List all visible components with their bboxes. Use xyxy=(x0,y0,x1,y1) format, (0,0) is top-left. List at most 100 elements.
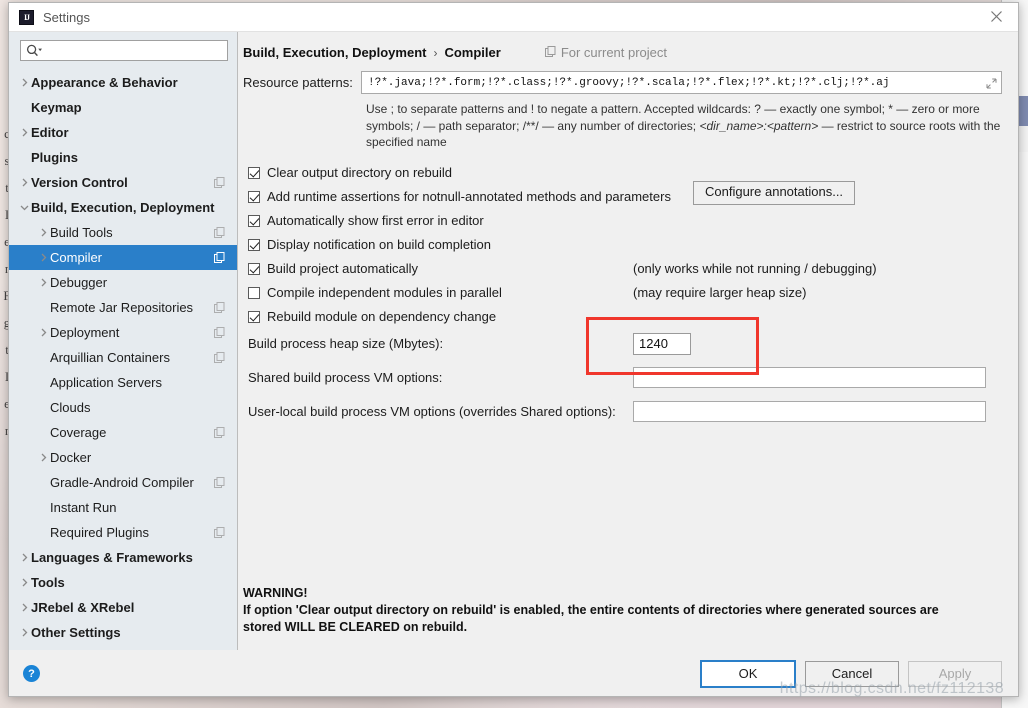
checkbox-row[interactable]: Add runtime assertions for notnull-annot… xyxy=(248,180,1002,209)
sidebar-item-tools[interactable]: Tools xyxy=(9,570,237,595)
copy-settings-icon xyxy=(214,351,225,366)
dialog-title: Settings xyxy=(43,9,90,25)
ok-button[interactable]: OK xyxy=(700,659,796,688)
configure-annotations-button[interactable]: Configure annotations... xyxy=(693,180,856,205)
chevron-right-icon[interactable] xyxy=(37,278,50,287)
sidebar-item-build-tools[interactable]: Build Tools xyxy=(9,220,237,245)
checkbox-row[interactable]: Automatically show first error in editor xyxy=(248,209,1002,233)
breadcrumb-current: Compiler xyxy=(444,45,501,60)
checkbox-area: Clear output directory on rebuild Add run… xyxy=(243,161,1002,329)
close-icon[interactable] xyxy=(974,3,1018,30)
shared-vm-input[interactable] xyxy=(634,368,985,387)
cancel-button[interactable]: Cancel xyxy=(805,660,899,687)
chevron-right-icon[interactable] xyxy=(18,178,31,187)
checkbox-input[interactable] xyxy=(248,166,260,179)
checkbox-row[interactable]: Rebuild module on dependency change xyxy=(248,305,1002,329)
copy-settings-icon xyxy=(214,476,225,491)
sidebar-item-jrebel-xrebel[interactable]: JRebel & XRebel xyxy=(9,595,237,620)
checkbox-input[interactable] xyxy=(248,286,260,299)
sidebar-item-application-servers[interactable]: Application Servers xyxy=(9,370,237,395)
checkbox-note: (only works while not running / debuggin… xyxy=(633,261,877,276)
sidebar-item-clouds[interactable]: Clouds xyxy=(9,395,237,420)
sidebar-item-languages-frameworks[interactable]: Languages & Frameworks xyxy=(9,545,237,570)
checkbox-input[interactable] xyxy=(248,214,260,227)
sidebar-item-label: Editor xyxy=(31,125,69,140)
warning-title: WARNING! xyxy=(243,586,308,600)
no-chevron-spacer xyxy=(37,503,50,512)
sidebar-item-other-settings[interactable]: Other Settings xyxy=(9,620,237,645)
compiler-settings-panel: Build, Execution, Deployment › Compiler … xyxy=(238,32,1018,650)
settings-dialog: IJ Settings Appearance & Behavior Keymap… xyxy=(8,2,1019,697)
checkbox-row[interactable]: Build project automatically (only works w… xyxy=(248,257,1002,281)
chevron-right-icon[interactable] xyxy=(18,603,31,612)
chevron-right-icon[interactable] xyxy=(37,253,50,262)
checkbox-label: Rebuild module on dependency change xyxy=(267,309,497,324)
user-vm-input[interactable] xyxy=(634,402,985,421)
sidebar-item-appearance-behavior[interactable]: Appearance & Behavior xyxy=(9,70,237,95)
sidebar-item-version-control[interactable]: Version Control xyxy=(9,170,237,195)
dialog-body: Appearance & Behavior Keymap Editor Plugins… xyxy=(9,32,1018,650)
shared-vm-field[interactable] xyxy=(633,367,986,388)
sidebar-item-label: Tools xyxy=(31,575,65,590)
no-chevron-spacer xyxy=(37,528,50,537)
chevron-down-icon[interactable] xyxy=(18,203,31,212)
resource-patterns-field[interactable] xyxy=(361,71,1002,94)
search-icon xyxy=(26,44,43,57)
breadcrumb: Build, Execution, Deployment › Compiler … xyxy=(243,45,1002,60)
sidebar-item-keymap[interactable]: Keymap xyxy=(9,95,237,120)
checkbox-input[interactable] xyxy=(248,190,260,203)
sidebar-item-label: Docker xyxy=(50,450,92,465)
breadcrumb-separator: › xyxy=(433,45,438,60)
heap-size-input[interactable] xyxy=(634,333,690,354)
chevron-right-icon[interactable] xyxy=(18,553,31,562)
checkbox-input[interactable] xyxy=(248,310,260,323)
sidebar-item-plugins[interactable]: Plugins xyxy=(9,145,237,170)
chevron-right-icon[interactable] xyxy=(37,453,50,462)
resource-patterns-input[interactable] xyxy=(362,73,1001,92)
sidebar-item-remote-jar-repositories[interactable]: Remote Jar Repositories xyxy=(9,295,237,320)
chevron-right-icon[interactable] xyxy=(18,578,31,587)
sidebar-item-required-plugins[interactable]: Required Plugins xyxy=(9,520,237,545)
sidebar-item-docker[interactable]: Docker xyxy=(9,445,237,470)
heap-size-field[interactable] xyxy=(633,332,691,355)
user-vm-row: User-local build process VM options (ove… xyxy=(248,400,1002,424)
sidebar-item-label: Deployment xyxy=(50,325,120,340)
dialog-titlebar: IJ Settings xyxy=(9,3,1018,32)
user-vm-field[interactable] xyxy=(633,401,986,422)
chevron-right-icon[interactable] xyxy=(18,128,31,137)
sidebar-item-build-execution-deployment[interactable]: Build, Execution, Deployment xyxy=(9,195,237,220)
checkbox-input[interactable] xyxy=(248,262,260,275)
checkbox-row[interactable]: Display notification on build completion xyxy=(248,233,1002,257)
expand-icon[interactable] xyxy=(986,76,997,94)
sidebar-item-editor[interactable]: Editor xyxy=(9,120,237,145)
search-box[interactable] xyxy=(20,40,228,61)
sidebar-item-deployment[interactable]: Deployment xyxy=(9,320,237,345)
chevron-right-icon[interactable] xyxy=(18,78,31,87)
sidebar-item-arquillian-containers[interactable]: Arquillian Containers xyxy=(9,345,237,370)
chevron-right-icon[interactable] xyxy=(37,228,50,237)
scope-label: For current project xyxy=(560,45,668,60)
sidebar-item-debugger[interactable]: Debugger xyxy=(9,270,237,295)
checkbox-row[interactable]: Clear output directory on rebuild xyxy=(248,161,1002,185)
intellij-logo-icon: IJ xyxy=(19,9,34,25)
no-chevron-spacer xyxy=(18,153,31,162)
no-chevron-spacer xyxy=(37,403,50,412)
help-icon[interactable]: ? xyxy=(23,665,40,682)
sidebar-item-gradle-android-compiler[interactable]: Gradle-Android Compiler xyxy=(9,470,237,495)
sidebar-item-label: JRebel & XRebel xyxy=(31,600,135,615)
checkbox-input[interactable] xyxy=(248,238,260,251)
sidebar-item-coverage[interactable]: Coverage xyxy=(9,420,237,445)
checkbox-row[interactable]: Compile independent modules in parallel (… xyxy=(248,281,1002,305)
sidebar-item-label: Plugins xyxy=(31,150,78,165)
settings-tree: Appearance & Behavior Keymap Editor Plugins… xyxy=(9,67,237,650)
chevron-right-icon[interactable] xyxy=(18,628,31,637)
heap-size-label: Build process heap size (Mbytes): xyxy=(248,336,444,351)
no-chevron-spacer xyxy=(37,378,50,387)
search-input[interactable] xyxy=(43,42,222,59)
apply-button: Apply xyxy=(908,660,1002,687)
copy-settings-icon xyxy=(214,326,225,341)
chevron-right-icon[interactable] xyxy=(37,328,50,337)
resource-patterns-row: Resource patterns: xyxy=(243,71,1002,94)
sidebar-item-compiler[interactable]: Compiler xyxy=(9,245,237,270)
sidebar-item-instant-run[interactable]: Instant Run xyxy=(9,495,237,520)
